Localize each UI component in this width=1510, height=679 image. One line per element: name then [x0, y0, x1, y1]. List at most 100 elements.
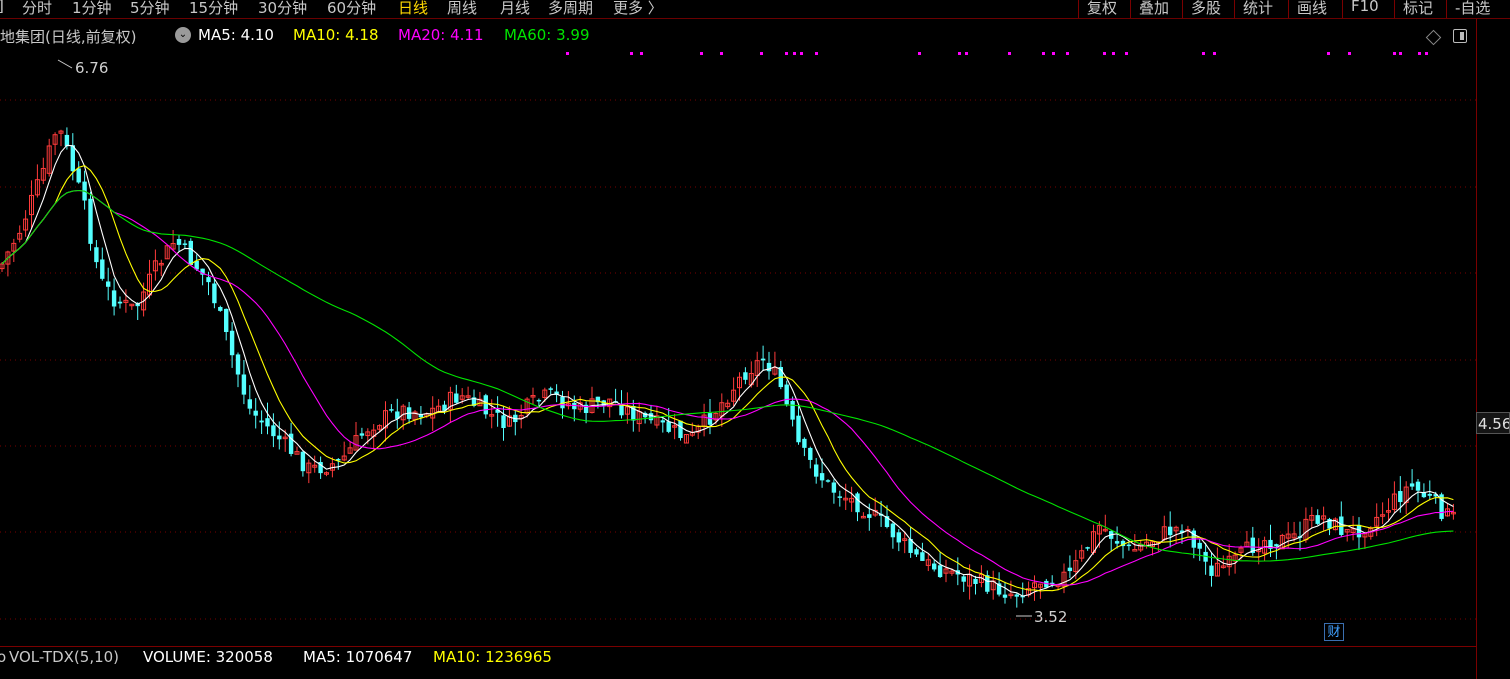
signal-dot — [630, 52, 633, 55]
signal-dot — [1327, 52, 1330, 55]
candle-body-down — [790, 400, 795, 420]
signal-dot — [640, 52, 643, 55]
candle-body-down — [501, 415, 506, 429]
signal-dot — [1202, 52, 1205, 55]
volume-value: VOLUME: 320058 — [143, 648, 273, 666]
volume-legend-marker: o — [0, 648, 7, 666]
financial-report-badge[interactable]: 财 — [1324, 623, 1344, 641]
candle-body-down — [1014, 594, 1019, 597]
candle-body-down — [271, 425, 276, 437]
signal-dot — [785, 52, 788, 55]
signal-dot — [760, 52, 763, 55]
candle-body-down — [973, 578, 978, 584]
candle-body-down — [890, 523, 896, 538]
candle-body-down — [182, 243, 188, 245]
candle-body-down — [212, 283, 217, 304]
signal-dot — [700, 52, 703, 55]
signal-dot — [1425, 52, 1428, 55]
candle-body-down — [277, 435, 282, 440]
candle-body-down — [937, 565, 943, 578]
candle-body-down — [253, 410, 258, 416]
candle-body-down — [64, 134, 70, 147]
high-price-label: 6.76 — [75, 59, 108, 77]
candle-body-down — [1085, 547, 1090, 549]
volume-divider — [0, 646, 1476, 647]
candle-body-down — [831, 482, 837, 493]
candle-body-down — [483, 395, 488, 415]
ma60-line — [1, 189, 1454, 562]
candle-body-down — [802, 438, 807, 448]
candle-body-down — [1409, 483, 1415, 487]
volume-ma5: MA5: 1070647 — [303, 648, 413, 666]
candle-body-down — [666, 421, 671, 432]
signal-dot — [965, 52, 968, 55]
candle-body-down — [743, 372, 748, 380]
low-price-label: 3.52 — [1034, 608, 1067, 626]
candle-body-down — [867, 514, 872, 518]
signal-dot — [1213, 52, 1216, 55]
candle-body-down — [259, 420, 264, 423]
candle-body-down — [241, 374, 247, 395]
signal-dot — [793, 52, 796, 55]
candle-body-down — [1315, 515, 1320, 524]
candle-body-down — [1427, 493, 1432, 496]
candle-body-down — [188, 240, 193, 265]
candle-body-down — [796, 415, 801, 443]
candle-body-down — [855, 493, 860, 513]
candle-body-down — [117, 301, 123, 304]
candle-body-down — [548, 388, 553, 390]
candle-body-down — [247, 399, 252, 409]
candle-body-down — [766, 362, 772, 372]
candle-body-down — [229, 330, 235, 356]
candle-body-down — [920, 552, 925, 561]
candle-body-down — [985, 575, 990, 592]
candle-body-down — [1421, 492, 1427, 498]
candle-body-down — [265, 418, 270, 427]
signal-dot — [1418, 52, 1421, 55]
candle-body-down — [914, 549, 919, 555]
candle-body-down — [1114, 541, 1120, 544]
candle-body-down — [760, 358, 766, 361]
candle-body-down — [300, 451, 306, 472]
signal-dot — [720, 52, 723, 55]
candle-body-down — [1002, 594, 1008, 598]
signal-dot — [800, 52, 803, 55]
candle-body-down — [100, 259, 105, 279]
candle-body-down — [1067, 567, 1073, 572]
candle-body-down — [837, 496, 842, 498]
candle-body-down — [88, 198, 93, 244]
ma20-line — [1, 189, 1454, 586]
candle-body-down — [389, 409, 394, 411]
candle-body-down — [961, 576, 966, 582]
candle-body-down — [660, 420, 665, 423]
candle-body-down — [218, 307, 223, 311]
signal-dot — [1112, 52, 1115, 55]
ma5-line — [1, 144, 1454, 597]
signal-dot — [815, 52, 818, 55]
candle-body-down — [678, 420, 683, 439]
candle-body-down — [1197, 542, 1202, 549]
signal-dot — [918, 52, 921, 55]
candle-body-down — [176, 239, 182, 245]
kline-chart[interactable]: 6.76 3.52 — [0, 0, 1476, 646]
candle-body-down — [648, 413, 654, 421]
volume-indicator-name[interactable]: VOL-TDX(5,10) — [9, 648, 119, 666]
signal-dot — [1008, 52, 1011, 55]
ma10-line — [1, 164, 1454, 592]
candle-body-down — [1398, 491, 1403, 503]
candle-body-down — [619, 405, 624, 416]
candle-body-down — [111, 290, 117, 307]
candle-body-down — [206, 277, 211, 283]
candle-body-down — [454, 393, 459, 403]
candle-body-down — [94, 247, 99, 263]
candle-body-down — [76, 168, 81, 183]
candle-body-down — [359, 433, 365, 436]
candle-body-down — [784, 384, 789, 405]
candle-body-down — [536, 399, 542, 402]
candle-body-down — [224, 308, 229, 333]
signal-dot — [1066, 52, 1069, 55]
candle-body-down — [896, 532, 901, 543]
candle-body-down — [1274, 544, 1279, 547]
candle-body-down — [814, 464, 819, 477]
signal-dot — [958, 52, 961, 55]
